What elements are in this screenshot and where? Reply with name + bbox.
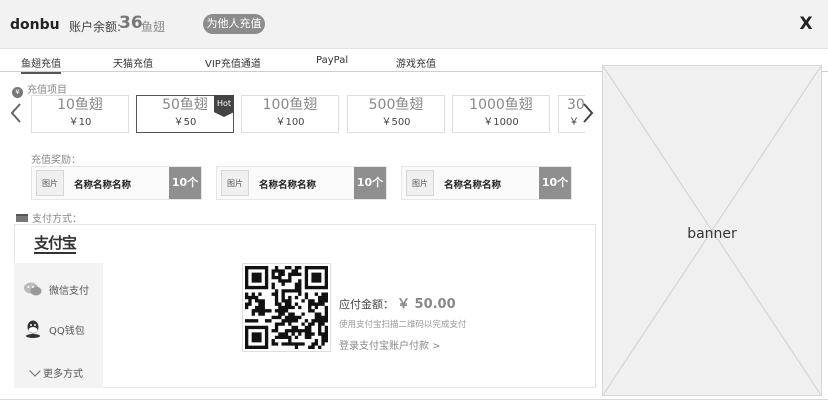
recharge-for-others-button[interactable]: 为他人充值 [203, 14, 265, 34]
prev-arrow-icon[interactable] [9, 101, 23, 125]
pay-method-label: 微信支付 [49, 286, 89, 297]
chevron-down-icon [29, 365, 41, 377]
amount-option-price: ￥500 [381, 117, 411, 128]
reward-count: 10个 [354, 167, 386, 199]
username: donbu [10, 17, 60, 33]
qq-wallet-icon [22, 318, 44, 340]
reward-card: 图片 名称名称名称 10个 [31, 166, 202, 200]
amount-option-price: ￥10 [68, 117, 92, 128]
pay-amount-value: ￥ 50.00 [397, 297, 456, 312]
alipay-logo[interactable]: 支付宝 [34, 236, 77, 254]
balance-unit: 鱼翅 [141, 20, 166, 34]
reward-count: 10个 [539, 167, 571, 199]
balance-label: 账户余额: [69, 20, 122, 34]
payment-title: 支付方式： [16, 210, 82, 225]
reward-image: 图片 [406, 170, 434, 196]
amount-option[interactable]: 1000鱼翅 ￥1000 [452, 95, 550, 133]
reward-card: 图片 名称名称名称 10个 [401, 166, 572, 200]
banner-label: banner [687, 226, 737, 242]
amount-option-price: ￥50 [173, 117, 197, 128]
reward-image: 图片 [221, 170, 249, 196]
bottom-divider [0, 399, 828, 400]
amount-option-name: 500鱼翅 [368, 97, 424, 113]
reward-name: 名称名称名称 [259, 180, 317, 191]
qr-code-image [245, 266, 328, 349]
amount-list: 10鱼翅 ￥10 50鱼翅 ￥50 100鱼翅 ￥100 500鱼翅 ￥500 … [31, 95, 585, 133]
reward-card: 图片 名称名称名称 10个 [216, 166, 387, 200]
reward-name: 名称名称名称 [444, 180, 502, 191]
wechat-icon [22, 278, 44, 300]
reward-name: 名称名称名称 [74, 180, 132, 191]
reward-image: 图片 [36, 170, 64, 196]
close-button[interactable]: X [798, 14, 814, 34]
pay-hint: 使用支付宝扫描二维码以完成支付 [339, 320, 467, 330]
tab-game-recharge[interactable]: 游戏充值 [396, 55, 436, 70]
alipay-login-link[interactable]: 登录支付宝账户付款 > [339, 337, 441, 352]
amount-option-name: 1000鱼翅 [469, 97, 533, 113]
tab-fin-recharge[interactable]: 鱼翅充值 [21, 55, 61, 74]
amount-option-name: 10鱼翅 [57, 97, 103, 113]
amount-option[interactable]: 500鱼翅 ￥500 [347, 95, 445, 133]
more-pay-methods-button[interactable]: 更多方式 [29, 365, 83, 380]
card-icon [16, 214, 28, 222]
rewards-title: 充值奖励： [31, 155, 81, 166]
qr-code [242, 263, 331, 352]
pay-method-label: QQ钱包 [49, 326, 85, 337]
next-arrow-icon[interactable] [581, 101, 595, 125]
banner-placeholder[interactable]: banner [602, 65, 822, 396]
reward-count: 10个 [169, 167, 201, 199]
header-bar: donbu 账户余额: 36 鱼翅 为他人充值 X [0, 0, 828, 49]
balance-value: 36 [119, 13, 143, 33]
amount-option-name: 100鱼翅 [262, 97, 318, 113]
amount-option[interactable]: 100鱼翅 ￥100 [241, 95, 339, 133]
tab-paypal[interactable]: PayPal [316, 55, 348, 66]
pay-amount-label: 应付金额： [339, 298, 394, 311]
more-pay-methods-label: 更多方式 [43, 369, 83, 380]
amount-option[interactable]: 10鱼翅 ￥10 [31, 95, 129, 133]
yen-icon: ¥ [12, 87, 23, 98]
tab-tmall-recharge[interactable]: 天猫充值 [113, 55, 153, 70]
tab-vip-recharge[interactable]: VIP充值通道 [205, 55, 261, 70]
amount-option-price: ￥1000 [483, 117, 519, 128]
amount-option-price: ￥100 [275, 117, 305, 128]
